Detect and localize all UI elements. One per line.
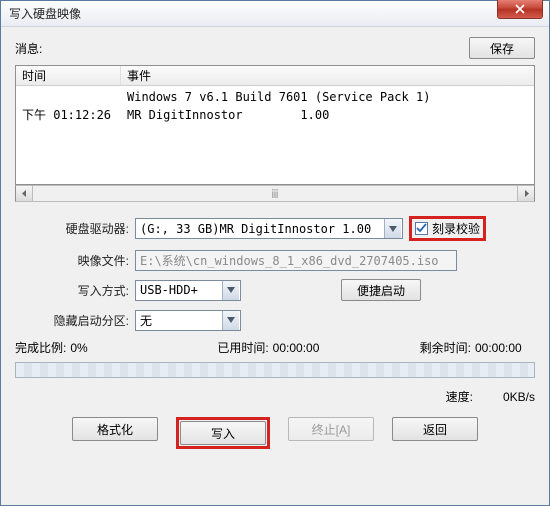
- chevron-right-icon: [523, 190, 530, 197]
- chevron-down-icon: [222, 281, 239, 300]
- drive-select[interactable]: (G:, 33 GB)MR DigitInnostor 1.00: [135, 218, 403, 239]
- close-button[interactable]: [497, 0, 543, 19]
- chevron-down-icon: [222, 311, 239, 330]
- chevron-left-icon: [21, 190, 28, 197]
- remaining-value: 00:00:00: [475, 341, 535, 355]
- method-value: USB-HDD+: [140, 283, 198, 297]
- format-button[interactable]: 格式化: [72, 417, 158, 441]
- col-event-header[interactable]: 事件: [121, 66, 534, 85]
- hidden-select[interactable]: 无: [135, 310, 241, 331]
- speed-value: 0KB/s: [503, 390, 535, 404]
- write-highlight: 写入: [176, 417, 270, 449]
- progress-row: 完成比例: 0% 已用时间: 00:00:00 剩余时间: 00:00:00: [15, 339, 535, 356]
- window-title: 写入硬盘映像: [9, 5, 81, 22]
- message-row: 消息: 保存: [15, 37, 535, 59]
- titlebar: 写入硬盘映像: [1, 1, 549, 27]
- message-label: 消息:: [15, 40, 42, 57]
- log-list: 时间 事件 Windows 7 v6.1 Build 7601 (Service…: [15, 65, 535, 185]
- action-row: 格式化 写入 终止[A] 返回: [15, 417, 535, 453]
- log-header: 时间 事件: [16, 66, 534, 86]
- chevron-down-icon: [384, 219, 401, 238]
- remaining-label: 剩余时间:: [420, 339, 475, 356]
- quick-boot-button[interactable]: 便捷启动: [341, 279, 421, 301]
- elapsed-label: 已用时间:: [217, 339, 272, 356]
- verify-checkbox[interactable]: 刻录校验: [415, 220, 480, 237]
- hidden-label: 隐藏启动分区:: [15, 312, 135, 329]
- log-time: [16, 88, 121, 106]
- speed-row: 速度: 0KB/s: [15, 388, 535, 405]
- image-row: 映像文件: E:\系统\cn_windows_8_1_x86_dvd_27074…: [15, 249, 535, 271]
- image-label: 映像文件:: [15, 252, 135, 269]
- elapsed-value: 00:00:00: [273, 341, 347, 355]
- drive-label: 硬盘驱动器:: [15, 220, 135, 237]
- image-path-field: E:\系统\cn_windows_8_1_x86_dvd_2707405.iso: [135, 250, 457, 271]
- form: 硬盘驱动器: (G:, 33 GB)MR DigitInnostor 1.00 …: [15, 216, 535, 453]
- abort-button[interactable]: 终止[A]: [288, 417, 374, 441]
- back-button[interactable]: 返回: [392, 417, 478, 441]
- method-row: 写入方式: USB-HDD+ 便捷启动: [15, 279, 535, 301]
- content-area: 消息: 保存 时间 事件 Windows 7 v6.1 Build 7601 (…: [1, 27, 549, 505]
- checkbox-box: [415, 222, 428, 235]
- list-item[interactable]: 下午 01:12:26 MR DigitInnostor 1.00: [16, 106, 534, 124]
- close-icon: [515, 4, 525, 14]
- list-item[interactable]: Windows 7 v6.1 Build 7601 (Service Pack …: [16, 88, 534, 106]
- col-time-header[interactable]: 时间: [16, 66, 121, 85]
- check-icon: [416, 223, 427, 234]
- verify-highlight: 刻录校验: [409, 216, 486, 241]
- scroll-right-button[interactable]: [517, 186, 534, 201]
- method-select[interactable]: USB-HDD+: [135, 280, 241, 301]
- log-rows: Windows 7 v6.1 Build 7601 (Service Pack …: [16, 86, 534, 124]
- scroll-track[interactable]: ⅲ: [33, 186, 517, 201]
- percent-value: 0%: [70, 341, 144, 355]
- progress-bar: [15, 362, 535, 378]
- save-button[interactable]: 保存: [469, 37, 535, 59]
- hidden-value: 无: [140, 312, 152, 329]
- dialog-window: 写入硬盘映像 消息: 保存 时间 事件 Windows 7 v6.1 Build…: [0, 0, 550, 506]
- log-event: Windows 7 v6.1 Build 7601 (Service Pack …: [121, 88, 534, 106]
- hidden-row: 隐藏启动分区: 无: [15, 309, 535, 331]
- verify-label: 刻录校验: [432, 220, 480, 237]
- log-time: 下午 01:12:26: [16, 106, 121, 124]
- drive-value: (G:, 33 GB)MR DigitInnostor 1.00: [140, 222, 371, 236]
- percent-label: 完成比例:: [15, 339, 70, 356]
- image-path-value: E:\系统\cn_windows_8_1_x86_dvd_2707405.iso: [140, 252, 439, 269]
- log-event: MR DigitInnostor 1.00: [121, 106, 534, 124]
- method-label: 写入方式:: [15, 282, 135, 299]
- drive-row: 硬盘驱动器: (G:, 33 GB)MR DigitInnostor 1.00 …: [15, 216, 535, 241]
- scroll-left-button[interactable]: [16, 186, 33, 201]
- speed-label: 速度:: [446, 388, 473, 405]
- horizontal-scrollbar[interactable]: ⅲ: [15, 185, 535, 202]
- write-button[interactable]: 写入: [180, 421, 266, 445]
